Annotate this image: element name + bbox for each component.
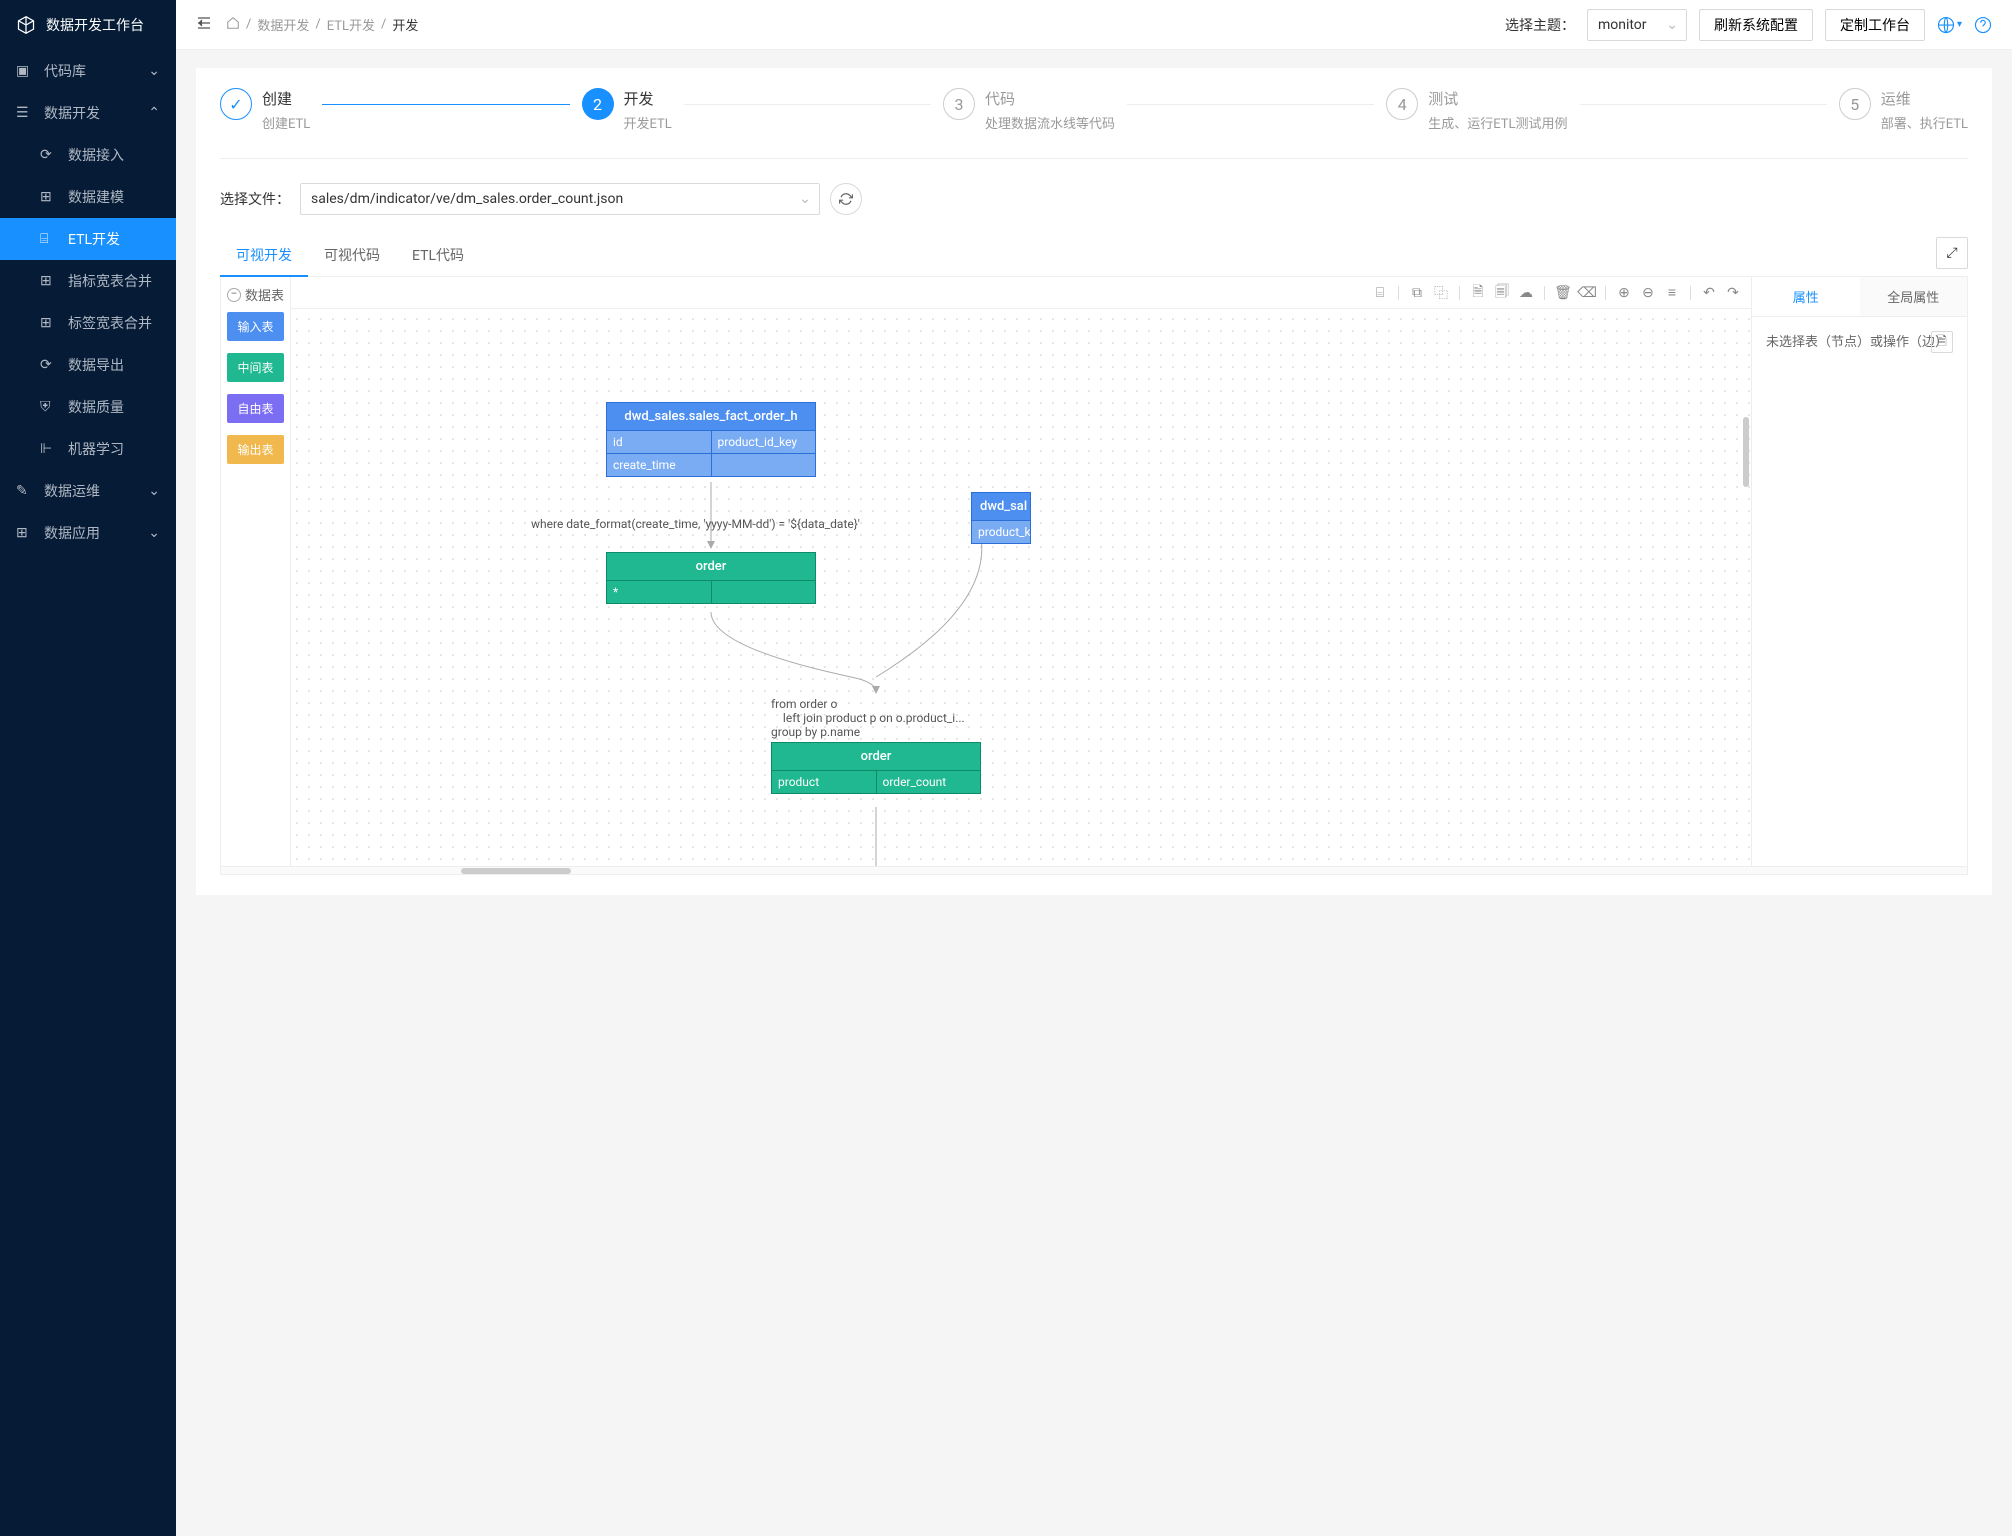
tab-visual-code[interactable]: 可视代码 bbox=[308, 235, 396, 276]
nav-data-app[interactable]: ⊞ 数据应用 ⌄ bbox=[0, 512, 176, 554]
canvas-hscroll[interactable] bbox=[220, 867, 1968, 875]
ml-icon: ⊩ bbox=[40, 441, 56, 457]
wrench-icon: ✎ bbox=[16, 483, 32, 499]
chevron-up-icon: ⌃ bbox=[148, 105, 160, 121]
doc-icon[interactable]: 🗎 bbox=[1931, 331, 1953, 353]
collapse-icon: – bbox=[227, 288, 241, 302]
file-select[interactable]: sales/dm/indicator/ve/dm_sales.order_cou… bbox=[300, 183, 820, 215]
screen-icon: ⌸ bbox=[40, 231, 56, 247]
dev-tabs: 可视开发 可视代码 ETL代码 ⤢ bbox=[220, 235, 1968, 277]
node-dwd-sales[interactable]: dwd_sales.sales_fact_order_h idproduct_i… bbox=[606, 402, 816, 477]
zoom-in-icon[interactable]: ⊕ bbox=[1614, 283, 1634, 303]
theme-label: 选择主题： bbox=[1505, 15, 1575, 35]
properties-panel: 属性 全局属性 未选择表（节点）或操作（边） 🗎 bbox=[1751, 277, 1967, 866]
undo-icon[interactable]: ↶ bbox=[1699, 283, 1719, 303]
grid-icon: ⊞ bbox=[40, 315, 56, 331]
palette-free-table[interactable]: 自由表 bbox=[227, 394, 284, 423]
step-develop[interactable]: 2 开发开发ETL bbox=[582, 88, 672, 132]
nav-etl-dev[interactable]: ⌸ETL开发 bbox=[0, 218, 176, 260]
delete-icon[interactable]: 🗑 bbox=[1553, 283, 1573, 303]
trash-icon[interactable]: ⌫ bbox=[1577, 283, 1597, 303]
step-test[interactable]: 4 测试生成、运行ETL测试用例 bbox=[1386, 88, 1567, 132]
logo-title: 数据开发工作台 bbox=[46, 15, 144, 35]
breadcrumb-item[interactable]: 数据开发 bbox=[257, 15, 309, 34]
breadcrumb-current: 开发 bbox=[392, 15, 418, 34]
customize-workbench-button[interactable]: 定制工作台 bbox=[1825, 9, 1925, 41]
tab-etl-code[interactable]: ETL代码 bbox=[396, 235, 480, 276]
node-dwd-sal-partial[interactable]: dwd_sal product_k bbox=[971, 492, 1031, 544]
palette: –数据表 输入表 中间表 自由表 输出表 bbox=[221, 277, 291, 866]
theme-select[interactable]: monitor bbox=[1587, 9, 1687, 41]
copy-icon[interactable]: ⧉ bbox=[1407, 283, 1427, 303]
nav-data-export[interactable]: ⟳数据导出 bbox=[0, 344, 176, 386]
sidebar-collapse-button[interactable] bbox=[196, 15, 212, 35]
nav-data-dev[interactable]: ☰ 数据开发 ⌃ bbox=[0, 92, 176, 134]
breadcrumb: / 数据开发 / ETL开发 / 开发 bbox=[226, 15, 418, 34]
where-annotation: where date_format(create_time, 'yyyy-MM-… bbox=[531, 517, 860, 531]
logo: 数据开发工作台 bbox=[0, 0, 176, 50]
nav-data-ingest[interactable]: ⟳数据接入 bbox=[0, 134, 176, 176]
edges bbox=[291, 277, 1751, 866]
palette-mid-table[interactable]: 中间表 bbox=[227, 353, 284, 382]
node-order-mid[interactable]: order * bbox=[606, 552, 816, 604]
step-code[interactable]: 3 代码处理数据流水线等代码 bbox=[943, 88, 1115, 132]
props-empty-text: 未选择表（节点）或操作（边） bbox=[1766, 335, 1948, 350]
props-tab-attr[interactable]: 属性 bbox=[1752, 277, 1860, 316]
nav-data-ops[interactable]: ✎ 数据运维 ⌄ bbox=[0, 470, 176, 512]
sidebar: 数据开发工作台 ▣ 代码库 ⌄ ☰ 数据开发 ⌃ ⟳数据接入 ⊞数据建模 ⌸ET… bbox=[0, 0, 176, 1536]
layout-icon[interactable]: ⌸ bbox=[1370, 283, 1390, 303]
nav-code-repo[interactable]: ▣ 代码库 ⌄ bbox=[0, 50, 176, 92]
cloud-icon[interactable]: ☁ bbox=[1516, 283, 1536, 303]
fit-icon[interactable]: ≡ bbox=[1662, 283, 1682, 303]
redo-icon[interactable]: ↷ bbox=[1723, 283, 1743, 303]
palette-input-table[interactable]: 输入表 bbox=[227, 312, 284, 341]
palette-header[interactable]: –数据表 bbox=[227, 285, 284, 304]
shield-icon: ⛨ bbox=[40, 399, 56, 415]
nav-machine-learning[interactable]: ⊩机器学习 bbox=[0, 428, 176, 470]
nav-data-model[interactable]: ⊞数据建模 bbox=[0, 176, 176, 218]
tab-visual-dev[interactable]: 可视开发 bbox=[220, 235, 308, 277]
logo-icon bbox=[16, 15, 36, 35]
file-refresh-button[interactable] bbox=[830, 183, 862, 215]
breadcrumb-item[interactable]: ETL开发 bbox=[327, 15, 375, 34]
nav-tag-merge[interactable]: ⊞标签宽表合并 bbox=[0, 302, 176, 344]
props-tab-global[interactable]: 全局属性 bbox=[1860, 277, 1968, 316]
nav-indicator-merge[interactable]: ⊞指标宽表合并 bbox=[0, 260, 176, 302]
copy2-icon[interactable]: ⿻ bbox=[1431, 283, 1451, 303]
export-icon: ⟳ bbox=[40, 357, 56, 373]
chevron-down-icon: ⌄ bbox=[148, 525, 160, 541]
canvas-toolbar: ⌸ ⧉ ⿻ 🗎 🗐 ☁ 🗑 ⌫ bbox=[291, 277, 1751, 309]
steps: ✓ 创建创建ETL 2 开发开发ETL 3 代码处理数据流水线等代码 bbox=[220, 88, 1968, 159]
palette-output-table[interactable]: 输出表 bbox=[227, 435, 284, 464]
save-icon[interactable]: 🗐 bbox=[1492, 283, 1512, 303]
file-select-row: 选择文件： sales/dm/indicator/ve/dm_sales.ord… bbox=[220, 183, 1968, 215]
refresh-config-button[interactable]: 刷新系统配置 bbox=[1699, 9, 1813, 41]
file-icon[interactable]: 🗎 bbox=[1468, 283, 1488, 303]
graph-canvas[interactable]: ⌸ ⧉ ⿻ 🗎 🗐 ☁ 🗑 ⌫ bbox=[291, 277, 1751, 866]
join-annotation: from order o left join product p on o.pr… bbox=[771, 697, 965, 739]
chevron-down-icon: ⌄ bbox=[148, 483, 160, 499]
canvas-vscroll[interactable] bbox=[1743, 417, 1749, 487]
step-done-icon: ✓ bbox=[220, 88, 252, 120]
node-order-out[interactable]: order productorder_count bbox=[771, 742, 981, 794]
caret-down-icon: ▾ bbox=[1957, 19, 1962, 30]
list-icon: ☰ bbox=[16, 105, 32, 121]
chart-icon: ⊞ bbox=[40, 189, 56, 205]
header: / 数据开发 / ETL开发 / 开发 选择主题： monitor 刷新系统配置… bbox=[176, 0, 2012, 50]
refresh-icon: ⟳ bbox=[40, 147, 56, 163]
chevron-down-icon: ⌄ bbox=[148, 63, 160, 79]
help-button[interactable] bbox=[1974, 16, 1992, 34]
nav-data-quality[interactable]: ⛨数据质量 bbox=[0, 386, 176, 428]
step-create[interactable]: ✓ 创建创建ETL bbox=[220, 88, 310, 132]
grid-icon: ⊞ bbox=[40, 273, 56, 289]
zoom-out-icon[interactable]: ⊖ bbox=[1638, 283, 1658, 303]
home-icon[interactable] bbox=[226, 16, 240, 34]
code-icon: ▣ bbox=[16, 63, 32, 79]
language-button[interactable]: ▾ bbox=[1937, 16, 1962, 34]
expand-button[interactable]: ⤢ bbox=[1936, 237, 1968, 269]
step-ops[interactable]: 5 运维部署、执行ETL bbox=[1839, 88, 1968, 132]
apps-icon: ⊞ bbox=[16, 525, 32, 541]
file-label: 选择文件： bbox=[220, 189, 290, 209]
